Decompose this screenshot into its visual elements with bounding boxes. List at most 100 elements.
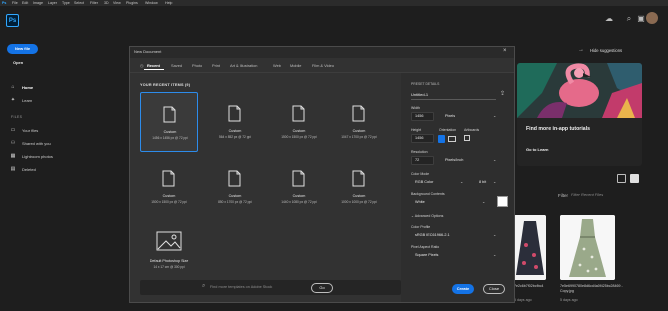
- resolution-unit-select[interactable]: Pixels/Inch: [445, 156, 463, 165]
- nav-home[interactable]: ⌂ Home: [0, 82, 80, 93]
- recent-items-heading: YOUR RECENT ITEMS (9): [140, 83, 191, 87]
- height-input[interactable]: 1456: [411, 134, 434, 143]
- people-icon: ⚇: [10, 140, 16, 146]
- tab-mobile[interactable]: Mobile: [290, 63, 301, 68]
- preset-name: Custom: [352, 129, 366, 133]
- color-profile-select[interactable]: sRGB IEC61966-2.1: [415, 231, 450, 240]
- go-button[interactable]: Go: [311, 283, 333, 293]
- preset-tabs: ◷ Recent Saved Photo Print Art & Illustr…: [130, 58, 514, 72]
- open-button[interactable]: Open: [13, 60, 23, 65]
- color-mode-select[interactable]: RGB Color: [415, 178, 433, 187]
- new-document-dialog: New Document × ◷ Recent Saved Photo Prin…: [129, 46, 515, 303]
- pixel-ratio-select[interactable]: Square Pixels: [415, 251, 438, 260]
- name-underline: [411, 99, 496, 100]
- advanced-options-label: Advanced Options: [414, 214, 444, 218]
- preset-name: Custom: [163, 130, 177, 134]
- tab-recent[interactable]: Recent: [147, 63, 160, 68]
- preset-tile[interactable]: Custom 850 x 1700 px @ 72 ppi: [206, 157, 264, 217]
- tab-saved[interactable]: Saved: [171, 63, 182, 68]
- nav-learn[interactable]: ✦ Learn: [0, 95, 80, 106]
- tab-film-video[interactable]: Film & Video: [312, 63, 334, 68]
- photoshop-logo: Ps: [6, 14, 19, 27]
- preset-tile[interactable]: Custom 1500 x 1500 px @ 72 ppi: [270, 92, 328, 152]
- file-date-2: 5 days ago: [560, 298, 578, 302]
- preset-name: Custom: [352, 194, 366, 198]
- list-view-icon[interactable]: [617, 174, 626, 183]
- preset-size: 1500 x 1500 px @ 72 ppi: [281, 135, 317, 139]
- cloud-icon[interactable]: ☁: [604, 14, 614, 24]
- orientation-label: Orientation: [439, 128, 457, 132]
- trash-icon: ▤: [10, 166, 16, 172]
- stock-search-input[interactable]: Find more templates on Adobe Stock: [210, 285, 272, 289]
- document-icon: [162, 170, 175, 187]
- bit-depth-select[interactable]: 8 bit: [479, 178, 486, 187]
- filter-label: Filter: [558, 193, 568, 198]
- tab-web[interactable]: Web: [273, 63, 281, 68]
- preset-tile[interactable]: Custom 1440 x 1080 px @ 72 ppi: [270, 157, 328, 217]
- advanced-options-toggle[interactable]: ⌄ Advanced Options: [411, 214, 443, 218]
- tab-photo[interactable]: Photo: [192, 63, 202, 68]
- preset-size: 1047 x 1700 px @ 72 ppi: [341, 135, 377, 139]
- preset-details-panel: PRESET DETAILS Untitled-1 ⇪ Width 1456 P…: [401, 73, 514, 302]
- background-select[interactable]: White: [415, 198, 425, 207]
- nav-lightroom-label: Lightroom photos: [22, 154, 53, 159]
- nav-your-files[interactable]: ▭ Your files: [0, 125, 80, 136]
- width-label: Width: [411, 106, 420, 110]
- home-header: [0, 6, 668, 36]
- grid-view-icon[interactable]: [630, 174, 639, 183]
- chevron-down-icon: ⌄: [493, 232, 497, 237]
- filter-input[interactable]: Filter Recent Files: [571, 192, 641, 200]
- files-heading: FILES: [11, 115, 23, 119]
- nav-lightroom[interactable]: ▦ Lightroom photos: [0, 151, 80, 162]
- tab-print[interactable]: Print: [212, 63, 220, 68]
- file-thumbnail-2[interactable]: [560, 215, 615, 280]
- width-unit-select[interactable]: Pixels: [445, 112, 455, 121]
- preset-tile[interactable]: Custom 1500 x 1500 px @ 72 ppi: [140, 157, 198, 217]
- nav-shared[interactable]: ⚇ Shared with you: [0, 138, 80, 149]
- file-thumbnail-1[interactable]: [514, 215, 546, 280]
- resolution-input[interactable]: 72: [411, 156, 434, 165]
- preset-tile[interactable]: Custom 1456 x 1456 px @ 72 ppi: [140, 92, 198, 152]
- preset-tile[interactable]: Custom 1000 x 1000 px @ 72 ppi: [330, 157, 388, 217]
- lightbulb-icon: ✦: [10, 97, 16, 103]
- color-profile-label: Color Profile: [411, 225, 431, 229]
- nav-deleted-label: Deleted: [22, 167, 36, 172]
- save-preset-icon[interactable]: ⇪: [500, 90, 505, 97]
- preset-tile[interactable]: Custom 1047 x 1700 px @ 72 ppi: [330, 92, 388, 152]
- background-label: Background Contents: [411, 192, 445, 196]
- search-icon[interactable]: ⌕: [624, 14, 634, 24]
- chevron-down-icon: ⌄: [493, 252, 497, 257]
- dialog-close-icon[interactable]: ×: [503, 48, 507, 54]
- go-to-learn-link[interactable]: Go to Learn: [526, 147, 548, 152]
- chevron-down-icon: ⌄: [493, 179, 497, 184]
- nav-home-label: Home: [22, 85, 34, 90]
- width-input[interactable]: 1456: [411, 112, 434, 121]
- hide-suggestions-button[interactable]: Hide suggestions: [590, 48, 622, 53]
- dialog-titlebar: [130, 47, 514, 58]
- chevron-down-icon: ⌄: [460, 179, 464, 184]
- document-icon: [352, 105, 365, 122]
- document-name-input[interactable]: Untitled-1: [411, 92, 428, 97]
- portrait-orientation-icon[interactable]: [438, 135, 445, 143]
- background-color-swatch[interactable]: [497, 196, 508, 207]
- gift-icon[interactable]: ▣: [636, 14, 646, 24]
- artboards-checkbox[interactable]: [464, 135, 470, 141]
- preset-size: 1500 x 1500 px @ 72 ppi: [151, 200, 187, 204]
- document-icon: [352, 170, 365, 187]
- nav-deleted[interactable]: ▤ Deleted: [0, 164, 80, 175]
- create-button[interactable]: Create: [452, 284, 474, 294]
- preset-tile[interactable]: Custom 564 x 852 px @ 72 ppi: [206, 92, 264, 152]
- collapse-arrow-icon[interactable]: →: [578, 47, 584, 53]
- document-icon: [292, 170, 305, 187]
- image-icon: [156, 231, 182, 251]
- chevron-down-icon: ⌄: [482, 199, 486, 204]
- preset-name: Default Photoshop Size: [149, 259, 189, 263]
- tab-art-illustration[interactable]: Art & Illustration: [230, 63, 257, 68]
- close-button[interactable]: Close: [483, 284, 505, 294]
- suggestion-card[interactable]: Find more in-app tutorials Go to Learn: [517, 63, 642, 166]
- new-file-button[interactable]: New file: [7, 44, 38, 54]
- landscape-orientation-icon[interactable]: [448, 136, 456, 142]
- avatar[interactable]: [646, 12, 658, 24]
- preset-tile-default[interactable]: Default Photoshop Size 14 x 17 cm @ 300 …: [140, 225, 198, 280]
- flamingo-illustration: [517, 63, 642, 118]
